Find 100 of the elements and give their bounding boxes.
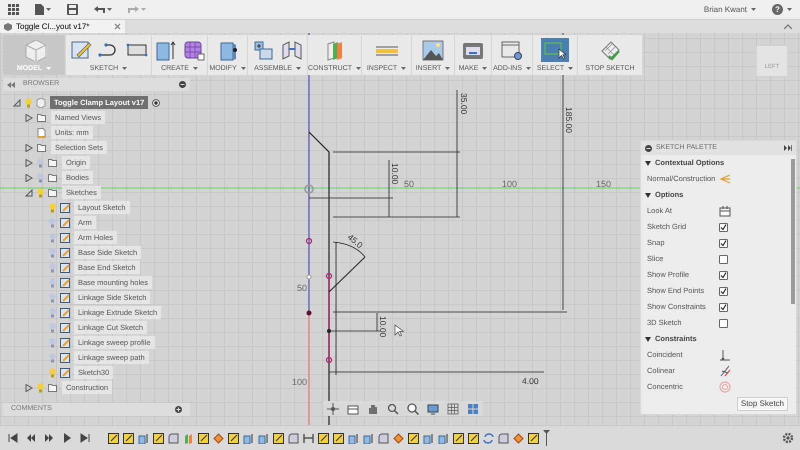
play-icon[interactable] xyxy=(62,433,72,443)
expand-toggle[interactable] xyxy=(25,174,33,182)
timeline-marker-icon[interactable] xyxy=(543,430,550,446)
grid-label: 100 xyxy=(502,179,518,189)
grid-icon[interactable] xyxy=(447,402,459,414)
caret-icon xyxy=(122,67,128,70)
expand-panel-icon[interactable] xyxy=(784,145,792,151)
look-at-icon[interactable] xyxy=(719,205,731,217)
diamond-feature-icon[interactable] xyxy=(513,432,524,444)
save-icon[interactable] xyxy=(67,4,78,15)
checkbox[interactable] xyxy=(719,222,728,232)
colinear-icon[interactable] xyxy=(719,365,731,377)
expand-toggle[interactable] xyxy=(25,188,33,196)
extrude-feature-icon[interactable] xyxy=(243,432,254,444)
scrollbar[interactable] xyxy=(791,159,795,304)
fillet-feature-icon[interactable] xyxy=(168,432,179,444)
sketch-feature-icon[interactable] xyxy=(198,432,209,444)
expand-toggle[interactable] xyxy=(25,158,33,166)
caret-icon xyxy=(751,8,756,11)
expand-toggle[interactable] xyxy=(25,114,33,122)
caret-icon[interactable] xyxy=(787,8,792,11)
sketch-icon xyxy=(60,368,70,378)
dimension-value: 185.00 xyxy=(564,107,574,133)
expand-toggle[interactable] xyxy=(25,144,33,152)
extrude-feature-icon[interactable] xyxy=(423,432,434,444)
expand-toggle[interactable] xyxy=(13,98,21,106)
sketch-feature-icon[interactable] xyxy=(108,432,119,444)
sketch-feature-icon[interactable] xyxy=(123,432,134,444)
sketch-feature-icon[interactable] xyxy=(318,432,329,444)
sketch-feature-icon[interactable] xyxy=(528,432,539,444)
document-tab[interactable]: Toggle Cl...yout v17* xyxy=(0,20,125,33)
extrude-feature-icon[interactable] xyxy=(348,432,359,444)
extrude-feature-icon[interactable] xyxy=(363,432,374,444)
dimension-value: 10.00 xyxy=(390,163,400,184)
sketch-icon xyxy=(60,292,70,302)
close-icon[interactable] xyxy=(114,23,121,30)
sketch-feature-icon[interactable] xyxy=(408,432,419,444)
sketch-feature-icon[interactable] xyxy=(468,432,479,444)
coincident-icon[interactable] xyxy=(719,349,731,361)
sketch-feature-icon[interactable] xyxy=(228,432,239,444)
fillet-feature-icon[interactable] xyxy=(288,432,299,444)
checkbox[interactable] xyxy=(719,286,728,296)
section-toggle[interactable] xyxy=(645,160,651,166)
checkbox[interactable] xyxy=(719,254,728,264)
apps-menu-icon[interactable] xyxy=(8,4,19,15)
box-icon xyxy=(154,39,178,61)
section-toggle[interactable] xyxy=(645,192,651,198)
file-menu-icon[interactable] xyxy=(35,4,51,15)
pan-hand-icon[interactable] xyxy=(367,402,379,414)
picture-icon xyxy=(421,39,445,61)
revolve-feature-icon[interactable] xyxy=(483,432,494,444)
section-toggle[interactable] xyxy=(645,336,651,342)
diamond-feature-icon[interactable] xyxy=(393,432,404,444)
extrude-feature-icon[interactable] xyxy=(258,432,269,444)
sketch-icon xyxy=(60,218,70,228)
sketch-icon xyxy=(60,308,70,318)
document-icon xyxy=(37,128,47,138)
orbit-icon[interactable] xyxy=(327,402,339,414)
zoom-icon[interactable] xyxy=(387,402,399,414)
checkbox[interactable] xyxy=(719,238,728,248)
zoom-window-icon[interactable] xyxy=(407,402,419,414)
sketch-feature-icon[interactable] xyxy=(273,432,284,444)
step-forward-icon[interactable] xyxy=(44,433,54,443)
joint-feature-icon[interactable] xyxy=(303,432,314,444)
caret-icon xyxy=(46,67,52,70)
sketch-icon xyxy=(60,322,70,332)
grid-label: 150 xyxy=(596,179,612,189)
stop-sketch-button[interactable]: Stop Sketch xyxy=(736,397,788,411)
settings-icon[interactable] xyxy=(782,432,794,444)
expand-toggle[interactable] xyxy=(25,384,33,392)
pin-icon[interactable] xyxy=(179,81,186,88)
skip-start-icon[interactable] xyxy=(8,433,18,443)
checkbox[interactable] xyxy=(719,302,728,312)
sketch-point xyxy=(327,329,331,333)
collapse-icon[interactable] xyxy=(784,24,792,29)
collapse-icon[interactable] xyxy=(7,82,15,88)
sketch-icon xyxy=(60,262,70,272)
user-menu[interactable]: Brian Kwant xyxy=(704,6,756,14)
look-at-icon[interactable] xyxy=(347,402,359,414)
dimension-value: 4.00 xyxy=(522,376,539,386)
display-icon[interactable] xyxy=(427,402,439,414)
undo-icon[interactable] xyxy=(94,4,112,15)
extrude-feature-icon[interactable] xyxy=(138,432,149,444)
minimize-icon[interactable] xyxy=(645,144,652,152)
checkbox[interactable] xyxy=(719,318,728,328)
extrude-feature-icon[interactable] xyxy=(438,432,449,444)
sketch-feature-icon[interactable] xyxy=(153,432,164,444)
sketch-feature-icon[interactable] xyxy=(453,432,464,444)
pencil-square-icon xyxy=(68,39,92,61)
skip-end-icon[interactable] xyxy=(80,433,90,443)
diamond-feature-icon[interactable] xyxy=(213,432,224,444)
step-back-icon[interactable] xyxy=(26,433,36,443)
viewports-icon[interactable] xyxy=(467,402,479,414)
radio-icon[interactable] xyxy=(152,98,160,106)
fillet-feature-icon[interactable] xyxy=(378,432,389,444)
fillet-feature-icon[interactable] xyxy=(498,432,509,444)
sketch-feature-icon[interactable] xyxy=(333,432,344,444)
sketch-icon xyxy=(60,338,70,348)
checkbox[interactable] xyxy=(719,270,728,280)
help-button[interactable]: ? xyxy=(772,4,783,15)
